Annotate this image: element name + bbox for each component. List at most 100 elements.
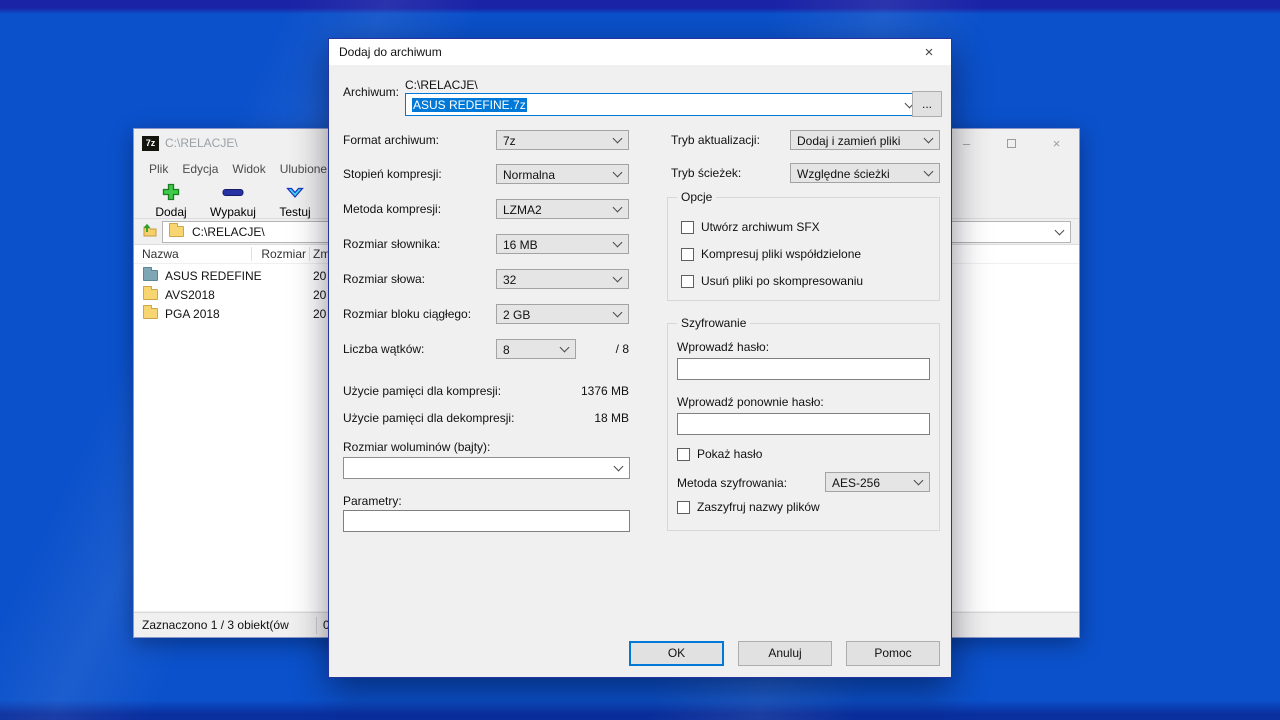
- chevron-down-icon: [613, 273, 623, 283]
- chevron-down-icon: [613, 168, 623, 178]
- path-mode-combo[interactable]: Względne ścieżki: [790, 163, 940, 183]
- archive-label: Archiwum:: [343, 85, 399, 99]
- repeat-password-input[interactable]: [677, 413, 930, 435]
- browse-button[interactable]: ...: [912, 91, 942, 117]
- format-label: Format archiwum:: [343, 133, 439, 147]
- update-mode-combo[interactable]: Dodaj i zamień pliki: [790, 130, 940, 150]
- method-combo[interactable]: LZMA2: [496, 199, 629, 219]
- file-name: PGA 2018: [165, 307, 220, 321]
- menu-edycja[interactable]: Edycja: [175, 162, 225, 176]
- up-folder-icon[interactable]: [140, 222, 158, 241]
- options-group-title: Opcje: [677, 190, 716, 204]
- encryption-method-value: AES-256: [832, 476, 880, 490]
- checkbox-icon: [677, 501, 690, 514]
- block-size-combo[interactable]: 2 GB: [496, 304, 629, 324]
- parameters-input[interactable]: [343, 510, 630, 532]
- dialog-title: Dodaj do archiwum: [339, 45, 442, 59]
- dictionary-combo[interactable]: 16 MB: [496, 234, 629, 254]
- add-button-label: Dodaj: [155, 205, 186, 219]
- chevron-down-icon[interactable]: [614, 462, 624, 472]
- block-size-label: Rozmiar bloku ciągłego:: [343, 307, 471, 321]
- sfx-checkbox-label: Utwórz archiwum SFX: [701, 220, 820, 234]
- word-size-label: Rozmiar słowa:: [343, 272, 425, 286]
- maximize-icon[interactable]: [989, 129, 1034, 157]
- close-icon[interactable]: ×: [907, 39, 951, 65]
- update-mode-value: Dodaj i zamień pliki: [797, 134, 900, 148]
- folder-icon: [169, 226, 184, 237]
- file-modified: 20: [313, 269, 326, 283]
- file-name: ASUS REDEFINE: [165, 269, 262, 283]
- folder-icon: [143, 289, 158, 300]
- delete-after-checkbox[interactable]: Usuń pliki po skompresowaniu: [681, 274, 863, 288]
- encrypt-names-checkbox-label: Zaszyfruj nazwy plików: [697, 500, 820, 514]
- volumes-label: Rozmiar woluminów (bajty):: [343, 440, 490, 454]
- status-selection: Zaznaczono 1 / 3 obiekt(ów: [134, 618, 316, 632]
- checkbox-icon: [681, 275, 694, 288]
- show-password-checkbox-label: Pokaż hasło: [697, 447, 762, 461]
- parameters-label: Parametry:: [343, 494, 402, 508]
- mem-compress-label: Użycie pamięci dla kompresji:: [343, 384, 501, 398]
- archive-path: C:\RELACJE\: [405, 78, 478, 92]
- delete-after-checkbox-label: Usuń pliki po skompresowaniu: [701, 274, 863, 288]
- encrypt-names-checkbox[interactable]: Zaszyfruj nazwy plików: [677, 500, 820, 514]
- threads-max: / 8: [496, 342, 629, 356]
- level-combo[interactable]: Normalna: [496, 164, 629, 184]
- chevron-down-icon: [914, 476, 924, 486]
- archive-name-value: ASUS REDEFINE.7z: [412, 98, 527, 112]
- threads-label: Liczba wątków:: [343, 342, 424, 356]
- test-arrow-icon: [285, 183, 305, 204]
- mem-compress-value: 1376 MB: [496, 384, 629, 398]
- close-icon[interactable]: ×: [1034, 129, 1079, 157]
- menu-widok[interactable]: Widok: [225, 162, 272, 176]
- folder-icon: [143, 308, 158, 319]
- dialog-titlebar[interactable]: Dodaj do archiwum ×: [329, 39, 951, 65]
- format-combo[interactable]: 7z: [496, 130, 629, 150]
- menu-plik[interactable]: Plik: [142, 162, 175, 176]
- menu-ulubione[interactable]: Ulubione: [273, 162, 334, 176]
- cancel-button[interactable]: Anuluj: [738, 641, 832, 666]
- update-mode-label: Tryb aktualizacji:: [671, 133, 760, 147]
- password-input[interactable]: [677, 358, 930, 380]
- path-mode-value: Względne ścieżki: [797, 167, 890, 181]
- selected-folder-icon: [143, 270, 158, 281]
- fm-window-title: C:\RELACJE\: [165, 136, 238, 150]
- word-size-value: 32: [503, 273, 516, 287]
- word-size-combo[interactable]: 32: [496, 269, 629, 289]
- extract-button-label: Wypakuj: [210, 205, 256, 219]
- 7zip-app-icon: 7z: [142, 136, 159, 151]
- test-button-label: Testuj: [279, 205, 310, 219]
- shared-files-checkbox[interactable]: Kompresuj pliki współdzielone: [681, 247, 861, 261]
- path-mode-label: Tryb ścieżek:: [671, 166, 741, 180]
- help-button[interactable]: Pomoc: [846, 641, 940, 666]
- chevron-down-icon: [613, 308, 623, 318]
- volumes-combo[interactable]: [343, 457, 630, 479]
- password-label: Wprowadź hasło:: [677, 340, 769, 354]
- column-name[interactable]: Nazwa: [142, 247, 179, 261]
- plus-icon: [161, 183, 181, 204]
- show-password-checkbox[interactable]: Pokaż hasło: [677, 447, 762, 461]
- file-modified: 20: [313, 307, 326, 321]
- address-path: C:\RELACJE\: [192, 225, 265, 239]
- level-label: Stopień kompresji:: [343, 167, 442, 181]
- checkbox-icon: [681, 248, 694, 261]
- checkbox-icon: [677, 448, 690, 461]
- encryption-method-combo[interactable]: AES-256: [825, 472, 930, 492]
- chevron-down-icon: [924, 134, 934, 144]
- chevron-down-icon[interactable]: [1055, 225, 1065, 235]
- chevron-down-icon: [924, 167, 934, 177]
- minus-icon: [221, 183, 245, 204]
- repeat-password-label: Wprowadź ponownie hasło:: [677, 395, 824, 409]
- method-value: LZMA2: [503, 203, 542, 217]
- extract-button[interactable]: Wypakuj: [202, 181, 264, 218]
- sfx-checkbox[interactable]: Utwórz archiwum SFX: [681, 220, 820, 234]
- dictionary-label: Rozmiar słownika:: [343, 237, 440, 251]
- test-button[interactable]: Testuj: [264, 181, 326, 218]
- ok-button[interactable]: OK: [629, 641, 724, 666]
- add-button[interactable]: Dodaj: [140, 181, 202, 218]
- shared-files-checkbox-label: Kompresuj pliki współdzielone: [701, 247, 861, 261]
- mem-decompress-value: 18 MB: [496, 411, 629, 425]
- chevron-down-icon: [613, 134, 623, 144]
- archive-name-combo[interactable]: ASUS REDEFINE.7z: [405, 93, 921, 116]
- column-size[interactable]: Rozmiar: [254, 247, 306, 261]
- encryption-method-label: Metoda szyfrowania:: [677, 476, 787, 490]
